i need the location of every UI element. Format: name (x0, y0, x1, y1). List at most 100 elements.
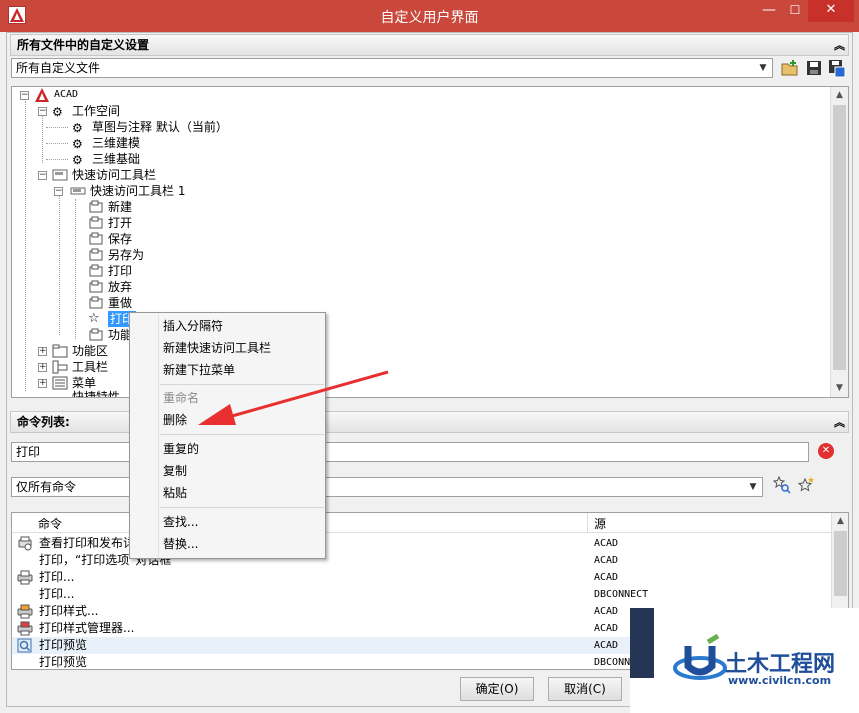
tree-node-label: 放弃 (108, 280, 133, 294)
menu-item-paste[interactable]: 粘贴 (163, 483, 187, 503)
command-icon (88, 248, 104, 262)
command-name: 打印... (39, 570, 75, 584)
watermark: 土木工程网 www.civilcn.com (630, 608, 859, 713)
customizations-header-label: 所有文件中的自定义设置 (17, 38, 150, 52)
tree-node-label: 快捷特性 (72, 390, 121, 398)
plot-preview-icon (17, 638, 33, 653)
tree-node-label: 功能区 (72, 344, 109, 358)
gear-icon: ⚙ (52, 105, 63, 119)
menu-item-replace[interactable]: 替换... (163, 534, 198, 554)
tree-scrollbar[interactable]: ▲ ▼ (830, 87, 848, 397)
printer-icon (17, 570, 33, 585)
minimize-button[interactable]: — (756, 0, 782, 22)
column-source[interactable]: 源 (594, 515, 606, 532)
clear-search-icon[interactable]: ✕ (818, 443, 834, 459)
tree-node-label: 工作空间 (72, 104, 121, 118)
expand-toggle[interactable]: + (38, 379, 47, 388)
tree-node-label: 打开 (108, 216, 133, 230)
menu-separator (160, 507, 324, 508)
column-divider[interactable] (587, 513, 588, 533)
window-title: 自定义用户界面 (380, 10, 479, 26)
chevron-down-icon: ▼ (749, 482, 757, 492)
customizations-header: 所有文件中的自定义设置 (10, 34, 849, 56)
plot-details-icon (17, 536, 33, 551)
command-name: 打印样式... (39, 604, 99, 618)
chevron-down-icon: ▼ (759, 63, 767, 73)
maximize-button[interactable]: ☐ (782, 0, 808, 22)
command-source: ACAD (594, 640, 619, 651)
command-source: ACAD (594, 538, 619, 549)
folder-icon (52, 344, 68, 358)
table-row[interactable]: 打印... ACAD (12, 569, 831, 586)
collapse-toggle[interactable]: − (20, 91, 29, 100)
command-name: 打印... (39, 587, 75, 601)
tree-node-label: 工具栏 (72, 360, 109, 374)
command-filter-value: 仅所有命令 (16, 480, 77, 494)
tree-node-label: 新建 (108, 200, 133, 214)
collapse-up-icon[interactable]: ︽ (834, 37, 845, 53)
gear-icon: ⚙ (72, 153, 83, 167)
menu-gutter (158, 315, 159, 557)
command-filter-select[interactable]: 仅所有命令 ▼ (11, 477, 763, 497)
menu-item-copy[interactable]: 复制 (163, 461, 187, 481)
plot-style-icon (17, 604, 33, 619)
save-icon[interactable] (804, 58, 824, 78)
command-icon (88, 328, 104, 342)
collapse-toggle[interactable]: − (54, 187, 63, 196)
new-command-icon[interactable] (797, 476, 815, 494)
menu-item-find[interactable]: 查找... (163, 512, 198, 532)
tree-node-label: 保存 (108, 232, 133, 246)
scroll-up-icon[interactable]: ▲ (831, 87, 848, 104)
star-icon: ☆ (88, 311, 100, 326)
context-menu: 插入分隔符 新建快速访问工具栏 新建下拉菜单 重命名 删除 重复的 复制 粘贴 … (129, 312, 326, 559)
tree-node-label: 草图与注释 默认（当前） (92, 120, 228, 134)
command-icon (88, 200, 104, 214)
menu-separator (160, 384, 324, 385)
menu-item-duplicate[interactable]: 重复的 (163, 439, 199, 459)
tree-node-label: 打印 (108, 264, 133, 278)
command-source: ACAD (594, 623, 619, 634)
open-file-icon[interactable] (780, 58, 800, 78)
collapse-toggle[interactable]: − (38, 107, 47, 116)
menu-item-new-qat[interactable]: 新建快速访问工具栏 (163, 338, 271, 358)
command-name: 打印预览 (39, 655, 88, 669)
command-icon (88, 232, 104, 246)
close-button[interactable]: ✕ (808, 0, 854, 22)
scroll-down-icon[interactable]: ▼ (831, 380, 848, 397)
command-icon (88, 216, 104, 230)
command-icon (88, 264, 104, 278)
column-command[interactable]: 命令 (38, 515, 62, 532)
tree-node-label: ACAD (54, 89, 79, 100)
watermark-dark-strip (630, 608, 654, 678)
find-command-icon[interactable] (772, 475, 791, 494)
gear-icon: ⚙ (72, 121, 83, 135)
tree-node-label: 另存为 (108, 248, 145, 262)
tree-node-label: 三维建模 (92, 136, 141, 150)
plot-style-manager-icon (17, 621, 33, 636)
scroll-thumb[interactable] (833, 105, 846, 370)
tree-node-label: 快速访问工具栏 (72, 168, 157, 182)
table-row[interactable]: 打印... DBCONNECT (12, 586, 831, 603)
scroll-up-icon[interactable]: ▲ (832, 513, 848, 530)
customization-file-select[interactable]: 所有自定义文件 ▼ (11, 58, 773, 78)
command-name: 打印样式管理器... (39, 621, 135, 635)
expand-toggle[interactable]: + (38, 347, 47, 356)
menu-item-delete[interactable]: 删除 (163, 410, 187, 430)
menu-item-insert-separator[interactable]: 插入分隔符 (163, 316, 223, 336)
ok-button[interactable]: 确定(O) (460, 677, 534, 701)
scroll-thumb[interactable] (834, 531, 847, 596)
menu-icon (52, 376, 68, 390)
command-source: ACAD (594, 555, 619, 566)
expand-toggle[interactable]: + (38, 363, 47, 372)
menu-item-new-dropdown[interactable]: 新建下拉菜单 (163, 360, 235, 380)
cancel-button[interactable]: 取消(C) (548, 677, 622, 701)
save-as-icon[interactable] (827, 58, 847, 78)
tree-node-label: 重做 (108, 296, 133, 310)
toolbar-icon (52, 360, 68, 374)
command-icon (88, 296, 104, 310)
collapse-toggle[interactable]: − (38, 171, 47, 180)
civilcn-logo-icon (673, 633, 727, 680)
command-list-header-label: 命令列表: (17, 415, 70, 429)
autocad-logo-icon (34, 88, 50, 102)
collapse-up-icon[interactable]: ︽ (834, 414, 845, 430)
